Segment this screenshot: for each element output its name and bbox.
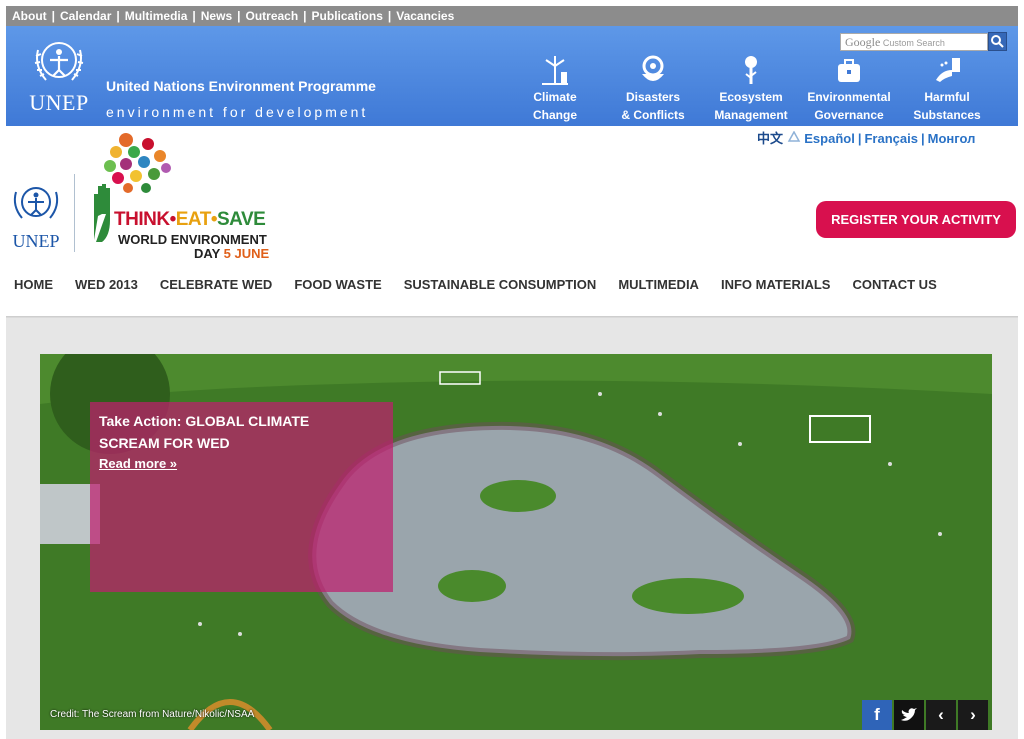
facebook-share-button[interactable]: f bbox=[862, 700, 892, 730]
slideshow-controls: f ‹ › bbox=[860, 700, 988, 730]
theme-label: & Conflicts bbox=[621, 108, 685, 122]
lang-chinese[interactable]: 中文 bbox=[757, 131, 783, 146]
theme-label: Disasters bbox=[625, 90, 681, 104]
topnav-separator: | bbox=[192, 9, 196, 23]
search-icon bbox=[991, 35, 1004, 48]
topnav-news[interactable]: News bbox=[201, 9, 232, 23]
image-credit: Credit: The Scream from Nature/Nikolic/N… bbox=[50, 709, 255, 720]
topnav-separator: | bbox=[303, 9, 307, 23]
topnav-about[interactable]: About bbox=[12, 9, 47, 23]
search-input[interactable]: Google Custom Search bbox=[840, 33, 988, 51]
lang-separator: | bbox=[920, 131, 925, 146]
theme-disasters-conflicts[interactable]: Disasters & Conflicts bbox=[604, 54, 702, 124]
nav-food-waste[interactable]: FOOD WASTE bbox=[294, 270, 381, 300]
facebook-icon: f bbox=[874, 705, 880, 724]
topnav-calendar[interactable]: Calendar bbox=[60, 9, 111, 23]
theme-label: Substances bbox=[913, 108, 981, 122]
twitter-icon bbox=[901, 708, 917, 721]
wed-title: THINK•EAT•SAVE bbox=[114, 209, 266, 231]
wed-unep-logo-text: UNEP bbox=[12, 231, 60, 251]
nav-info-materials[interactable]: INFO MATERIALS bbox=[721, 270, 831, 300]
nav-home[interactable]: HOME bbox=[14, 270, 53, 300]
nav-contact-us[interactable]: CONTACT US bbox=[852, 270, 936, 300]
chevron-left-icon: ‹ bbox=[938, 705, 944, 724]
lang-spanish[interactable]: Español bbox=[804, 131, 855, 146]
topnav-separator: | bbox=[237, 9, 241, 23]
un-wreath-icon bbox=[34, 42, 84, 81]
theme-label: Climate bbox=[533, 90, 577, 104]
top-navigation: About | Calendar | Multimedia | News | Outreach |… bbox=[6, 6, 1018, 26]
topnav-outreach[interactable]: Outreach bbox=[245, 9, 298, 23]
topnav-publications[interactable]: Publications bbox=[312, 9, 383, 23]
next-slide-button[interactable]: › bbox=[958, 700, 988, 730]
theme-label: Change bbox=[532, 108, 577, 122]
headline-line-2: SCREAM FOR WED bbox=[99, 435, 230, 451]
read-more-link[interactable]: Read more » bbox=[99, 454, 384, 474]
wed-title-eat: EAT bbox=[175, 209, 212, 230]
headline-line-1: Take Action: GLOBAL CLIMATE bbox=[99, 413, 310, 429]
theme-ecosystem-management[interactable]: Ecosystem Management bbox=[702, 54, 800, 124]
search-placeholder: Custom Search bbox=[882, 38, 945, 48]
nav-shadow bbox=[6, 316, 1018, 319]
headline-overlay: Take Action: GLOBAL CLIMATE SCREAM FOR W… bbox=[90, 402, 393, 592]
language-links: 中文 Español | Français | Монгол bbox=[757, 128, 975, 147]
unep-header: UNEP United Nations Environment Programm… bbox=[6, 26, 1018, 126]
topnav-multimedia[interactable]: Multimedia bbox=[125, 9, 188, 23]
hand-spray-icon bbox=[936, 58, 960, 82]
lang-french[interactable]: Français bbox=[864, 131, 917, 146]
previous-slide-button[interactable]: ‹ bbox=[926, 700, 956, 730]
hero-slideshow[interactable]: Take Action: GLOBAL CLIMATE SCREAM FOR W… bbox=[40, 354, 992, 730]
recycle-icon bbox=[787, 130, 800, 142]
google-brand: Google bbox=[845, 35, 881, 49]
theme-label: Management bbox=[714, 108, 788, 122]
nav-sustainable-consumption[interactable]: SUSTAINABLE CONSUMPTION bbox=[404, 270, 597, 300]
un-wreath-icon bbox=[13, 187, 59, 219]
nav-multimedia[interactable]: MULTIMEDIA bbox=[618, 270, 699, 300]
theme-links: Climate Change Disasters & Conflicts Eco… bbox=[506, 54, 996, 124]
wed-title-think: THINK bbox=[114, 209, 170, 230]
theme-climate-change[interactable]: Climate Change bbox=[506, 54, 604, 124]
chevron-right-icon: › bbox=[970, 705, 976, 724]
theme-harmful-substances[interactable]: Harmful Substances bbox=[898, 54, 996, 124]
wind-turbine-icon bbox=[542, 56, 568, 85]
wed-unep-logo[interactable]: UNEP bbox=[6, 178, 66, 251]
theme-label: Environmental bbox=[807, 90, 891, 104]
lang-separator: | bbox=[857, 131, 862, 146]
unep-logo-text: UNEP bbox=[29, 90, 89, 115]
hands-icon bbox=[642, 55, 664, 81]
wed-date-line: DAY 5 JUNE bbox=[194, 246, 269, 261]
topnav-separator: | bbox=[51, 9, 56, 23]
main-navigation: HOME WED 2013 CELEBRATE WED FOOD WASTE S… bbox=[6, 270, 1018, 300]
nav-wed-2013[interactable]: WED 2013 bbox=[75, 270, 138, 300]
search-button[interactable] bbox=[988, 32, 1007, 51]
briefcase-icon bbox=[838, 59, 860, 82]
theme-environmental-governance[interactable]: Environmental Governance bbox=[800, 54, 898, 124]
topnav-separator: | bbox=[387, 9, 392, 23]
theme-label: Governance bbox=[814, 108, 884, 122]
logo-divider bbox=[74, 174, 75, 252]
wed-title-save: SAVE bbox=[216, 209, 266, 230]
wed-date: 5 JUNE bbox=[223, 246, 270, 261]
tree-icon bbox=[745, 56, 757, 84]
theme-label: Harmful bbox=[924, 90, 970, 104]
theme-label: Ecosystem bbox=[719, 90, 783, 104]
unep-logo[interactable]: UNEP bbox=[20, 32, 98, 120]
topnav-vacancies[interactable]: Vacancies bbox=[396, 9, 454, 23]
twitter-share-button[interactable] bbox=[894, 700, 924, 730]
unep-title: United Nations Environment Programme bbox=[106, 78, 376, 94]
wed-subtitle: WORLD ENVIRONMENT bbox=[118, 232, 267, 247]
topnav-separator: | bbox=[116, 9, 120, 23]
unep-subtitle: environment for development bbox=[106, 104, 369, 120]
lang-mongolian[interactable]: Монгол bbox=[928, 131, 976, 146]
nav-celebrate-wed[interactable]: CELEBRATE WED bbox=[160, 270, 272, 300]
wed-day-label: DAY bbox=[194, 246, 221, 261]
register-activity-button[interactable]: REGISTER YOUR ACTIVITY bbox=[816, 201, 1016, 238]
